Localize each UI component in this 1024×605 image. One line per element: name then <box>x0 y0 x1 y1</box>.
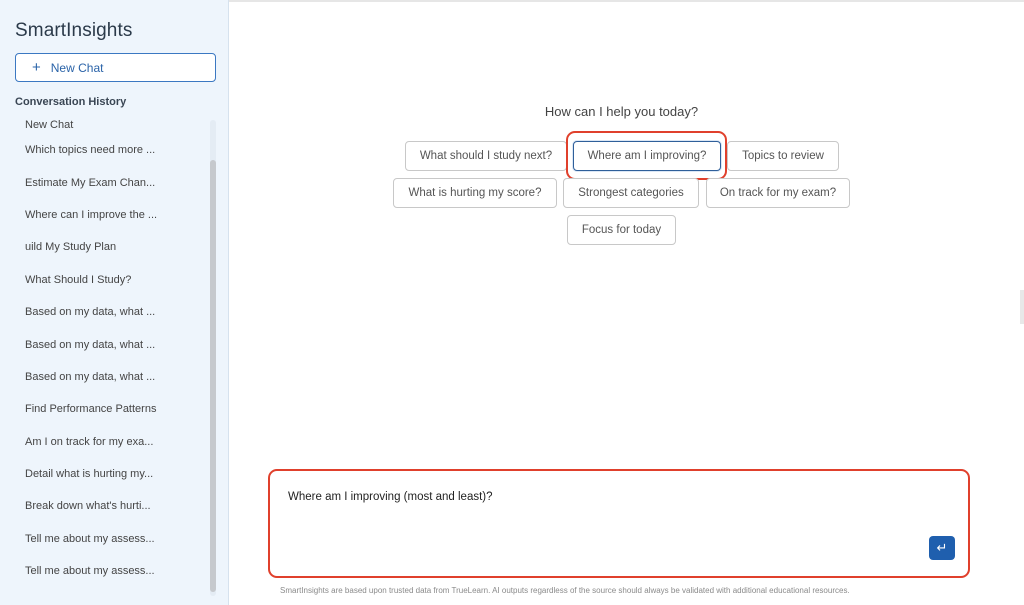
suggestion-chip-topics-review[interactable]: Topics to review <box>727 141 839 171</box>
chat-input[interactable] <box>272 473 966 574</box>
top-divider <box>229 0 1024 2</box>
conversation-history-heading: Conversation History <box>15 96 127 108</box>
suggestion-chip-on-track[interactable]: On track for my exam? <box>706 178 850 208</box>
history-item[interactable]: Detail what is hurting my... <box>0 458 210 490</box>
history-item[interactable]: Estimate My Exam Chan... <box>0 166 210 198</box>
history-item[interactable]: Am I on track for my exa... <box>0 426 210 458</box>
history-item[interactable]: Based on my data, what ... <box>0 328 210 360</box>
history-item[interactable]: Tell me about my assess... <box>0 555 210 587</box>
suggestion-chip-focus-today[interactable]: Focus for today <box>567 215 676 245</box>
new-chat-button[interactable]: + New Chat <box>15 53 216 82</box>
sidebar-scrollbar-track[interactable] <box>210 120 216 596</box>
history-item[interactable]: Find Performance Patterns <box>0 393 210 425</box>
plus-icon: + <box>32 59 41 76</box>
new-chat-label: New Chat <box>50 60 104 75</box>
page-scroll-handle <box>1020 290 1024 324</box>
conversation-history-list: New Chat Which topics need more ... Esti… <box>0 116 210 587</box>
send-button[interactable]: ↵ <box>929 536 955 560</box>
history-item[interactable]: Based on my data, what ... <box>0 296 210 328</box>
app-title: SmartInsights <box>15 20 133 41</box>
history-item[interactable]: Break down what's hurti... <box>0 490 210 522</box>
history-item[interactable]: uild My Study Plan <box>0 231 210 263</box>
history-item[interactable]: Where can I improve the ... <box>0 199 210 231</box>
history-item[interactable]: What Should I Study? <box>0 264 210 296</box>
history-item[interactable]: Based on my data, what ... <box>0 361 210 393</box>
history-item[interactable]: Which topics need more ... <box>0 134 210 166</box>
history-item[interactable]: New Chat <box>0 116 210 134</box>
disclaimer-text: SmartInsights are based upon trusted dat… <box>280 586 850 595</box>
greeting-heading: How can I help you today? <box>544 104 699 119</box>
sidebar: SmartInsights + New Chat Conversation Hi… <box>0 0 229 605</box>
enter-return-icon: ↵ <box>936 540 948 555</box>
suggestion-chip-study-next[interactable]: What should I study next? <box>405 141 567 171</box>
history-item[interactable]: Tell me about my assess... <box>0 523 210 555</box>
chat-input-value: Where am I improving (most and least)? <box>288 491 493 503</box>
suggestion-chip-improving[interactable]: Where am I improving? <box>573 141 721 171</box>
sidebar-scrollbar-thumb[interactable] <box>210 160 216 592</box>
suggestion-chip-hurting-score[interactable]: What is hurting my score? <box>393 178 557 208</box>
suggestion-chip-strongest-categories[interactable]: Strongest categories <box>563 178 699 208</box>
